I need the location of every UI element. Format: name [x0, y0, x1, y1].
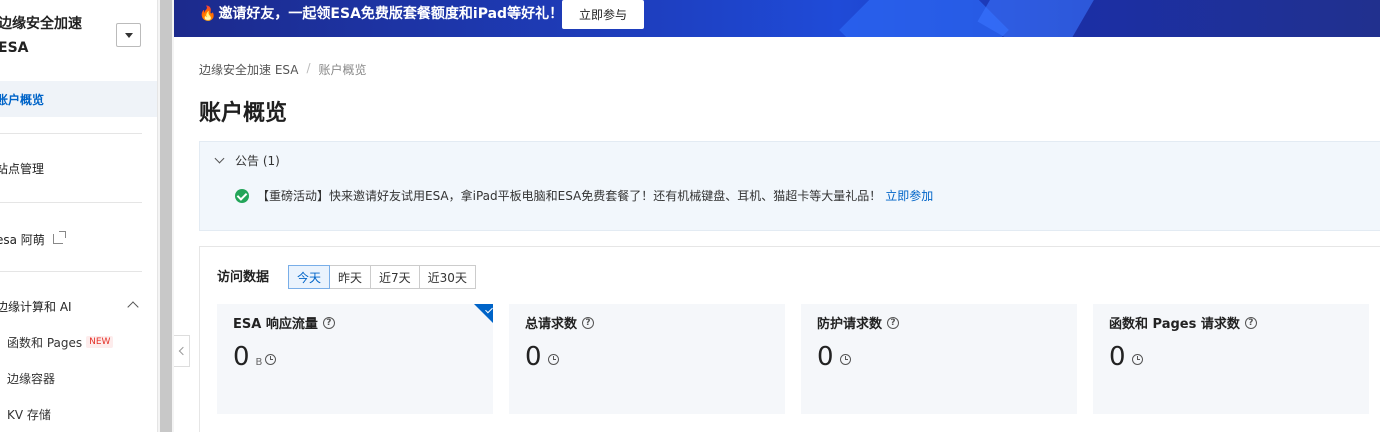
sidebar-subitem-label: 函数和 Pages	[7, 335, 83, 350]
clock-icon	[1131, 354, 1143, 365]
metric-title-text: 函数和 Pages 请求数	[1109, 317, 1240, 332]
announcement-join-link[interactable]: 立即参加	[885, 187, 933, 204]
metric-card-functions-pages-requests[interactable]: 函数和 Pages 请求数 ? 0	[1093, 304, 1369, 414]
check-circle-icon	[235, 188, 249, 203]
sidebar-item-label: 账户概览	[0, 92, 45, 107]
range-yesterday-button[interactable]: 昨天	[329, 265, 372, 289]
metric-title: 函数和 Pages 请求数 ?	[1109, 313, 1257, 332]
sidebar-divider	[0, 271, 142, 272]
metric-number: 0	[1109, 342, 1126, 372]
chevron-down-icon	[214, 153, 225, 164]
help-icon[interactable]: ?	[322, 316, 335, 329]
metric-value: 0	[525, 342, 559, 372]
range-today-button[interactable]: 今天	[288, 265, 331, 289]
sidebar-subitem-label: 边缘容器	[7, 371, 56, 386]
announcement-item: 【重磅活动】快来邀请好友试用ESA，拿iPad平板电脑和ESA免费套餐了！还有机…	[235, 187, 933, 204]
sidebar-subitem-edge-container[interactable]: 边缘容器	[7, 368, 55, 388]
sidebar-item-sites[interactable]: 站点管理	[0, 150, 157, 186]
metric-number: 0	[817, 342, 834, 372]
sidebar-divider	[0, 202, 142, 203]
breadcrumb-separator: /	[306, 61, 311, 75]
product-switch-dropdown[interactable]	[116, 23, 141, 47]
help-icon[interactable]: ?	[1244, 316, 1257, 329]
metric-number: 0	[233, 342, 250, 372]
help-icon[interactable]: ?	[887, 316, 900, 329]
sidebar-divider	[0, 133, 142, 134]
sidebar-item-label: esa 阿萌	[0, 232, 45, 247]
announcement-toggle[interactable]: 公告 (1)	[214, 152, 280, 169]
access-data-panel: 访问数据 今天 昨天 近7天 近30天 ESA 响应流量 ? 0 B 总请求数 …	[199, 246, 1380, 432]
banner-message: 邀请好友，一起领ESA免费版套餐额度和iPad等好礼！	[218, 6, 564, 22]
metric-card-protected-requests[interactable]: 防护请求数 ? 0	[801, 304, 1077, 414]
sidebar: 边缘安全加速 ESA 账户概览 站点管理 esa 阿萌 边缘计算和 AI 函数和…	[0, 0, 158, 432]
sidebar-item-label: 站点管理	[0, 161, 45, 176]
announcement-text: 【重磅活动】快来邀请好友试用ESA，拿iPad平板电脑和ESA免费套餐了！还有机…	[257, 189, 882, 203]
metric-number: 0	[525, 342, 542, 372]
join-now-button[interactable]: 立即参与	[562, 0, 644, 29]
access-data-title: 访问数据	[217, 270, 270, 285]
banner-decoration	[977, 0, 1101, 37]
sidebar-collapse-button[interactable]	[174, 335, 190, 367]
sidebar-subitem-functions-pages[interactable]: 函数和 Pages NEW	[7, 332, 114, 352]
metric-unit: B	[255, 357, 263, 368]
sidebar-item-overview[interactable]: 账户概览	[0, 81, 157, 117]
metric-value: 0	[817, 342, 851, 372]
clock-icon	[547, 354, 559, 365]
sidebar-item-label: 边缘计算和 AI	[0, 299, 72, 314]
time-range-selector: 今天 昨天 近7天 近30天	[288, 265, 476, 289]
breadcrumb: 边缘安全加速 ESA / 账户概览	[199, 61, 367, 78]
metric-card-total-requests[interactable]: 总请求数 ? 0	[509, 304, 785, 414]
chevron-left-icon	[178, 346, 188, 356]
metric-title-text: 总请求数	[525, 317, 578, 332]
sidebar-subitem-kv-storage[interactable]: KV 存储	[7, 404, 51, 424]
announcement-heading: 公告 (1)	[235, 154, 280, 168]
promo-banner: 🔥 邀请好友，一起领ESA免费版套餐额度和iPad等好礼！ 立即参与	[174, 0, 1380, 37]
announcement-panel: 公告 (1) 【重磅活动】快来邀请好友试用ESA，拿iPad平板电脑和ESA免费…	[199, 141, 1380, 231]
external-link-icon	[52, 231, 66, 244]
fire-icon: 🔥	[199, 6, 217, 22]
caret-down-icon	[124, 32, 133, 38]
product-title: 边缘安全加速 ESA	[0, 16, 82, 56]
breadcrumb-root-link[interactable]: 边缘安全加速 ESA	[199, 61, 298, 78]
breadcrumb-current: 账户概览	[318, 63, 367, 77]
new-badge: NEW	[86, 336, 114, 348]
sidebar-subitem-label: KV 存储	[7, 407, 51, 422]
sidebar-item-esa-mascot[interactable]: esa 阿萌	[0, 221, 157, 257]
range-7days-button[interactable]: 近7天	[370, 265, 420, 289]
range-30days-button[interactable]: 近30天	[418, 265, 476, 289]
metric-card-response-traffic[interactable]: ESA 响应流量 ? 0 B	[217, 304, 493, 414]
metric-value: 0 B	[233, 342, 277, 372]
page-title: 账户概览	[199, 101, 288, 126]
metric-value: 0	[1109, 342, 1143, 372]
banner-text: 🔥 邀请好友，一起领ESA免费版套餐额度和iPad等好礼！	[199, 4, 563, 24]
metric-title-text: ESA 响应流量	[233, 317, 318, 332]
clock-icon	[265, 354, 277, 365]
metric-title-text: 防护请求数	[817, 317, 883, 332]
metric-title: ESA 响应流量 ?	[233, 313, 335, 332]
metric-title: 防护请求数 ?	[817, 313, 900, 332]
help-icon[interactable]: ?	[582, 316, 595, 329]
clock-icon	[839, 354, 851, 365]
sidebar-scrollbar-thumb[interactable]	[160, 0, 172, 432]
metric-title: 总请求数 ?	[525, 313, 595, 332]
